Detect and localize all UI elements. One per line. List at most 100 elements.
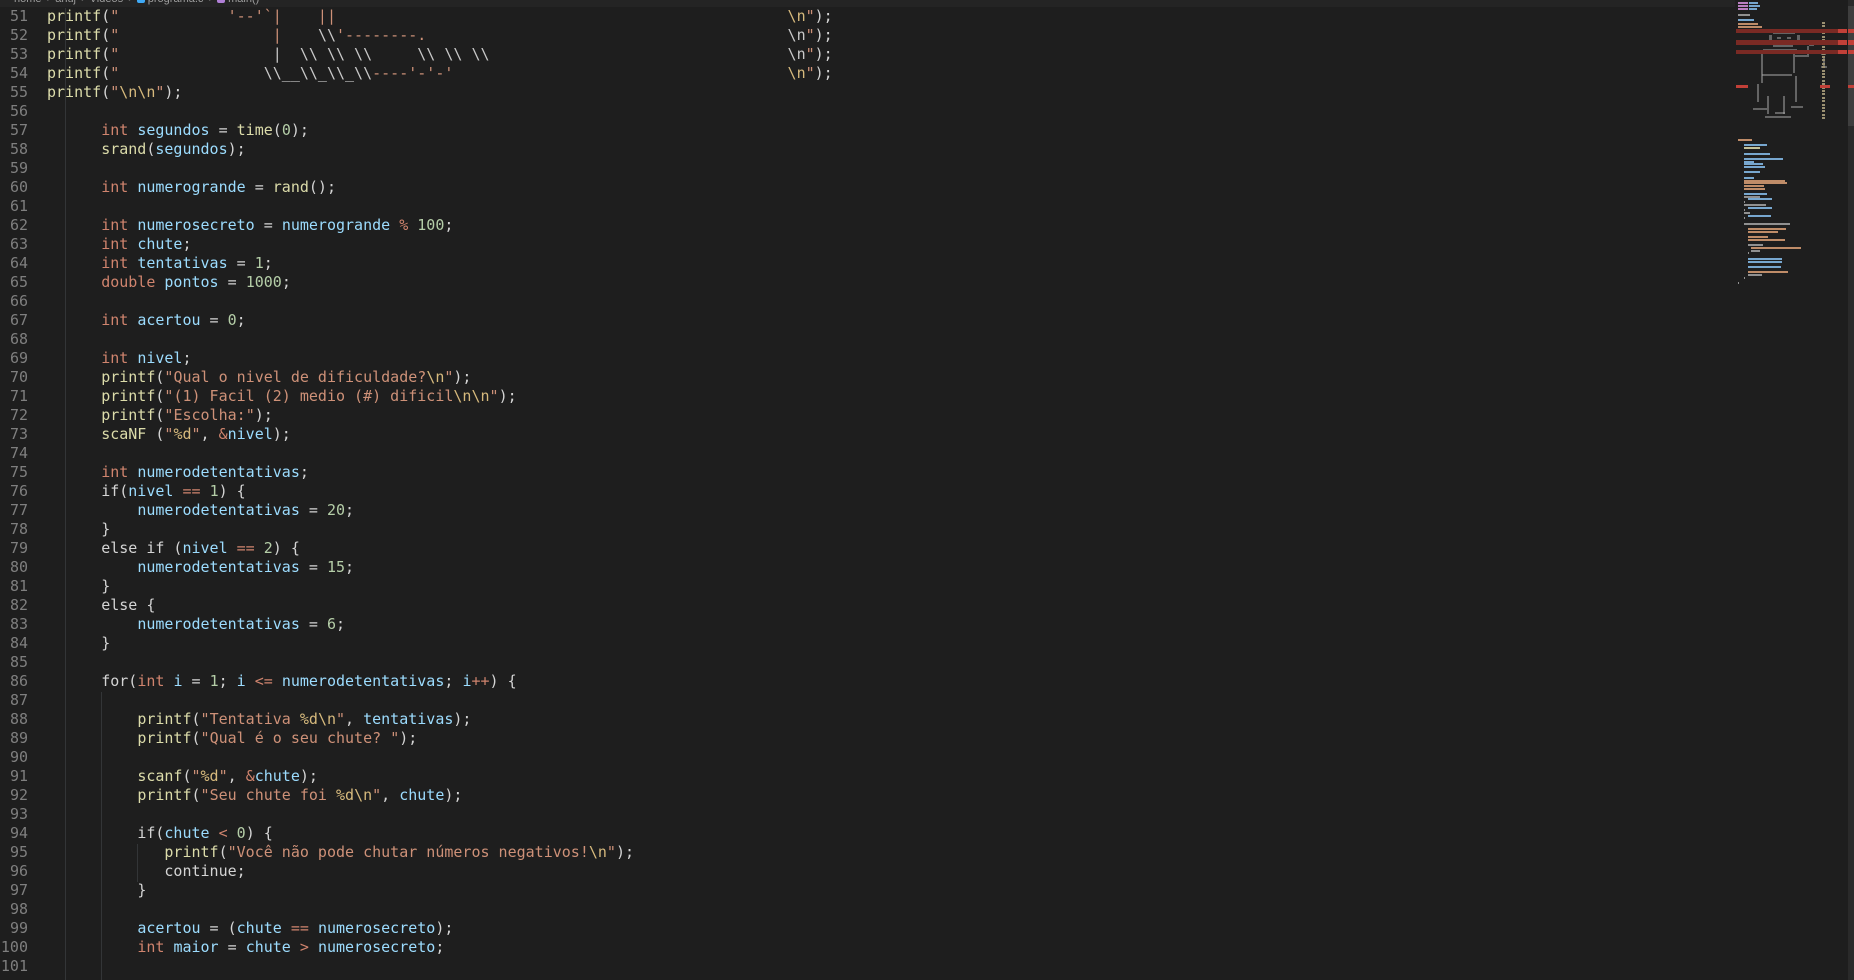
breadcrumb[interactable]: home › anuj › Videos › programa.c › main(): [0, 0, 1854, 7]
code-line[interactable]: 68: [0, 330, 1735, 349]
code-line[interactable]: 76 if(nivel == 1) {: [0, 482, 1735, 501]
code-line[interactable]: 97 }: [0, 881, 1735, 900]
breadcrumb-item-programac[interactable]: programa.c: [136, 0, 203, 6]
code-line[interactable]: 92 printf("Seu chute foi %d\n", chute);: [0, 786, 1735, 805]
line-number[interactable]: 51: [0, 7, 28, 26]
line-number[interactable]: 70: [0, 368, 28, 387]
code-line[interactable]: 52 printf(" | \\'--------. \n");: [0, 26, 1735, 45]
code-line[interactable]: 87: [0, 691, 1735, 710]
code-line[interactable]: 98: [0, 900, 1735, 919]
code-line[interactable]: 57 int segundos = time(0);: [0, 121, 1735, 140]
code-line[interactable]: 79 else if (nivel == 2) {: [0, 539, 1735, 558]
line-number[interactable]: 52: [0, 26, 28, 45]
code-line[interactable]: 95 printf("Você não pode chutar números …: [0, 843, 1735, 862]
line-number[interactable]: 63: [0, 235, 28, 254]
line-number[interactable]: 81: [0, 577, 28, 596]
code-line[interactable]: 59: [0, 159, 1735, 178]
line-number[interactable]: 94: [0, 824, 28, 843]
line-number[interactable]: 78: [0, 520, 28, 539]
code-line[interactable]: 93: [0, 805, 1735, 824]
line-number[interactable]: 86: [0, 672, 28, 691]
line-number[interactable]: 61: [0, 197, 28, 216]
code-line[interactable]: 58 srand(segundos);: [0, 140, 1735, 159]
code-line[interactable]: 100 int maior = chute > numerosecreto;: [0, 938, 1735, 957]
line-number[interactable]: 80: [0, 558, 28, 577]
line-number[interactable]: 96: [0, 862, 28, 881]
code-line[interactable]: 56: [0, 102, 1735, 121]
code-line[interactable]: 55 printf("\n\n");: [0, 83, 1735, 102]
code-line[interactable]: 91 scanf("%d", &chute);: [0, 767, 1735, 786]
code-line[interactable]: 96 continue;: [0, 862, 1735, 881]
line-number[interactable]: 60: [0, 178, 28, 197]
line-number[interactable]: 87: [0, 691, 28, 710]
line-number[interactable]: 85: [0, 653, 28, 672]
code-line[interactable]: 61: [0, 197, 1735, 216]
code-line[interactable]: 86 for(int i = 1; i <= numerodetentativa…: [0, 672, 1735, 691]
code-line[interactable]: 101: [0, 957, 1735, 976]
code-line[interactable]: 94 if(chute < 0) {: [0, 824, 1735, 843]
line-number[interactable]: 76: [0, 482, 28, 501]
code-line[interactable]: 75 int numerodetentativas;: [0, 463, 1735, 482]
line-number[interactable]: 69: [0, 349, 28, 368]
code-line[interactable]: 71 printf("(1) Facil (2) medio (#) dific…: [0, 387, 1735, 406]
line-number[interactable]: 95: [0, 843, 28, 862]
scrollbar-slider[interactable]: [1848, 6, 1854, 126]
line-number[interactable]: 100: [0, 938, 28, 957]
code-line[interactable]: 62 int numerosecreto = numerogrande % 10…: [0, 216, 1735, 235]
line-number[interactable]: 74: [0, 444, 28, 463]
line-number[interactable]: 66: [0, 292, 28, 311]
line-number[interactable]: 64: [0, 254, 28, 273]
code-line[interactable]: 82 else {: [0, 596, 1735, 615]
code-line[interactable]: 77 numerodetentativas = 20;: [0, 501, 1735, 520]
minimap[interactable]: [1735, 0, 1848, 980]
scrollbar-track[interactable]: [1848, 0, 1854, 980]
line-number[interactable]: 89: [0, 729, 28, 748]
breadcrumb-item-home[interactable]: home: [14, 0, 42, 6]
code-line[interactable]: 63 int chute;: [0, 235, 1735, 254]
line-number[interactable]: 98: [0, 900, 28, 919]
line-number[interactable]: 57: [0, 121, 28, 140]
code-line[interactable]: 54 printf(" \\__\\_\\_\\----'-'-' \n");: [0, 64, 1735, 83]
line-number[interactable]: 58: [0, 140, 28, 159]
line-number[interactable]: 90: [0, 748, 28, 767]
line-number[interactable]: 71: [0, 387, 28, 406]
breadcrumb-item-anuj[interactable]: anuj: [55, 0, 76, 6]
code-line[interactable]: 90: [0, 748, 1735, 767]
code-editor[interactable]: 51 printf(" '--'`| || \n"); 52 printf(" | \…: [0, 7, 1735, 980]
line-number[interactable]: 65: [0, 273, 28, 292]
code-line[interactable]: 72 printf("Escolha:");: [0, 406, 1735, 425]
line-number[interactable]: 55: [0, 83, 28, 102]
line-number[interactable]: 72: [0, 406, 28, 425]
line-number[interactable]: 83: [0, 615, 28, 634]
line-number[interactable]: 53: [0, 45, 28, 64]
line-number[interactable]: 67: [0, 311, 28, 330]
line-number[interactable]: 101: [0, 957, 28, 976]
code-line[interactable]: 89 printf("Qual é o seu chute? ");: [0, 729, 1735, 748]
code-line[interactable]: 85: [0, 653, 1735, 672]
code-line[interactable]: 51 printf(" '--'`| || \n");: [0, 7, 1735, 26]
code-line[interactable]: 65 double pontos = 1000;: [0, 273, 1735, 292]
line-number[interactable]: 93: [0, 805, 28, 824]
line-number[interactable]: 99: [0, 919, 28, 938]
line-number[interactable]: 73: [0, 425, 28, 444]
line-number[interactable]: 97: [0, 881, 28, 900]
code-line[interactable]: 81 }: [0, 577, 1735, 596]
code-line[interactable]: 67 int acertou = 0;: [0, 311, 1735, 330]
code-line[interactable]: 69 int nivel;: [0, 349, 1735, 368]
line-number[interactable]: 84: [0, 634, 28, 653]
code-line[interactable]: 74: [0, 444, 1735, 463]
code-line[interactable]: 66: [0, 292, 1735, 311]
line-number[interactable]: 88: [0, 710, 28, 729]
breadcrumb-item-videos[interactable]: Videos: [90, 0, 123, 6]
line-number[interactable]: 62: [0, 216, 28, 235]
code-line[interactable]: 60 int numerogrande = rand();: [0, 178, 1735, 197]
line-number[interactable]: 77: [0, 501, 28, 520]
code-line[interactable]: 70 printf("Qual o nivel de dificuldade?\…: [0, 368, 1735, 387]
line-number[interactable]: 56: [0, 102, 28, 121]
line-number[interactable]: 92: [0, 786, 28, 805]
code-line[interactable]: 78 }: [0, 520, 1735, 539]
line-number[interactable]: 54: [0, 64, 28, 83]
line-number[interactable]: 79: [0, 539, 28, 558]
code-line[interactable]: 53 printf(" | \\ \\ \\ \\ \\ \\ \n");: [0, 45, 1735, 64]
code-line[interactable]: 83 numerodetentativas = 6;: [0, 615, 1735, 634]
